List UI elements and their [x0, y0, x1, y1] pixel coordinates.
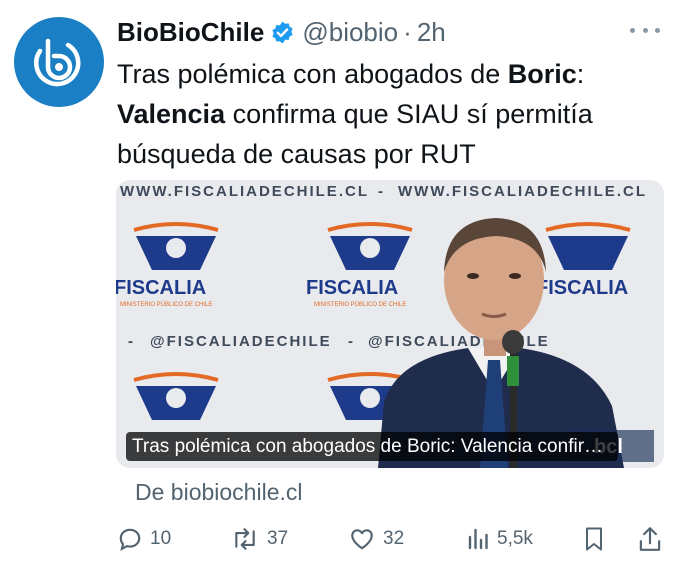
like-button[interactable]: 32	[348, 522, 404, 556]
banner-handle: @FISCALIADECHILE	[150, 333, 332, 350]
action-bar: 10 37 32 5,5k	[117, 522, 665, 556]
author-name[interactable]: BioBioChile	[117, 17, 264, 48]
banner-url-text: WWW.FISCALIADECHILE.CL	[120, 183, 369, 200]
views-button[interactable]: 5,5k	[466, 522, 533, 556]
text-part: :	[576, 59, 585, 89]
biobio-logo-icon	[34, 38, 81, 87]
tweet-text: Tras polémica con abogados de Boric: Val…	[117, 54, 662, 174]
banner-separator: -	[348, 333, 353, 350]
post-time[interactable]: 2h	[417, 17, 446, 48]
repost-icon	[235, 528, 255, 550]
banner-separator: -	[128, 333, 133, 350]
text-bold-valencia: Valencia	[117, 99, 226, 129]
heart-icon	[351, 529, 373, 550]
banner-logo-word: FISCALIA	[306, 277, 398, 299]
like-count: 32	[383, 528, 405, 549]
banner-logo-word: FISCALIA	[536, 277, 628, 299]
banner-logo-word: FISCALIA	[116, 277, 206, 299]
repost-button[interactable]: 37	[230, 522, 288, 556]
link-card[interactable]: WWW.FISCALIADECHILE.CL - WWW.FISCALIADEC…	[116, 180, 664, 468]
share-button[interactable]	[637, 522, 663, 556]
verified-badge-icon	[270, 20, 295, 45]
separator-dot: ·	[403, 16, 412, 47]
banner-logo-sub: MINISTERIO PÚBLICO DE CHILE	[120, 301, 212, 308]
view-count: 5,5k	[497, 528, 533, 549]
text-bold-boric: Boric	[507, 59, 577, 89]
more-options-icon[interactable]	[630, 20, 660, 40]
banner-url-separator: -	[378, 183, 383, 200]
bookmark-icon	[586, 527, 602, 551]
tweet[interactable]: BioBioChile @biobio · 2h Tras polémica c…	[0, 0, 680, 575]
views-icon	[468, 528, 488, 550]
tweet-header: BioBioChile @biobio · 2h	[117, 14, 446, 50]
share-icon	[639, 527, 661, 551]
banner-url-text-2: WWW.FISCALIADECHILE.CL	[398, 183, 647, 200]
reply-icon	[119, 528, 141, 551]
card-image: WWW.FISCALIADECHILE.CL - WWW.FISCALIADEC…	[116, 180, 664, 468]
repost-count: 37	[267, 528, 289, 549]
author-handle[interactable]: @biobio	[302, 17, 398, 48]
reply-count: 10	[150, 528, 172, 549]
text-part: Tras polémica con abogados de	[117, 59, 508, 89]
bookmark-button[interactable]	[582, 522, 606, 556]
reply-button[interactable]: 10	[117, 522, 171, 556]
avatar[interactable]	[14, 17, 104, 107]
card-caption: Tras polémica con abogados de Boric: Val…	[126, 432, 618, 461]
banner-logo-sub: MINISTERIO PÚBLICO DE CHILE	[314, 301, 406, 308]
source-link[interactable]: De biobiochile.cl	[135, 479, 302, 506]
